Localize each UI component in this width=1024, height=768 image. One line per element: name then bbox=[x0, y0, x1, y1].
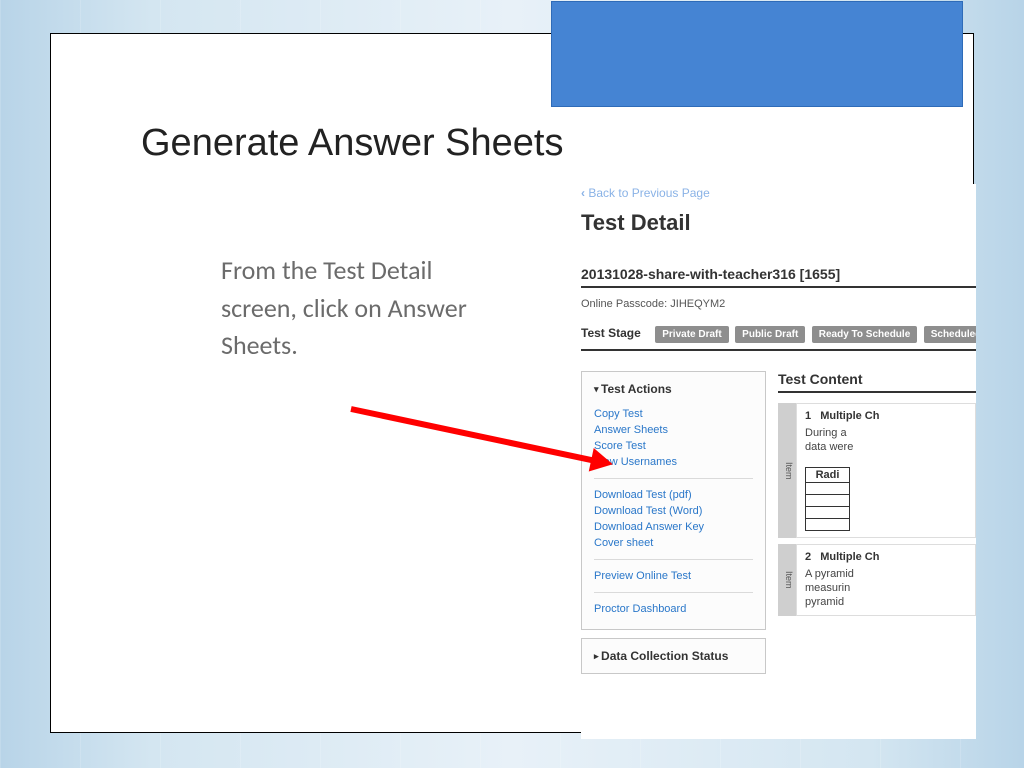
item-tab[interactable]: Item bbox=[778, 403, 796, 538]
link-preview-online[interactable]: Preview Online Test bbox=[594, 570, 753, 582]
q1-number: 1 bbox=[805, 410, 811, 422]
item-tab[interactable]: Item bbox=[778, 544, 796, 617]
q2-line1: A pyramid bbox=[805, 568, 854, 580]
test-actions-header[interactable]: Test Actions bbox=[594, 382, 753, 396]
question-2: Item 2 Multiple Ch A pyramid measurin py… bbox=[778, 544, 976, 617]
stage-scheduled[interactable]: Scheduled bbox=[924, 326, 976, 343]
link-view-usernames[interactable]: View Usernames bbox=[594, 456, 753, 468]
link-answer-sheets[interactable]: Answer Sheets bbox=[594, 424, 753, 436]
link-copy-test[interactable]: Copy Test bbox=[594, 408, 753, 420]
q1-table: Radi bbox=[805, 467, 850, 531]
instruction-text: From the Test Detail screen, click on An… bbox=[221, 252, 481, 365]
q2-line3: pyramid bbox=[805, 596, 844, 608]
stage-label: Test Stage bbox=[581, 326, 641, 340]
back-link[interactable]: Back to Previous Page bbox=[581, 186, 710, 200]
q1-table-header: Radi bbox=[806, 467, 850, 482]
slide-header-box bbox=[551, 1, 963, 107]
slide-frame: Generate Answer Sheets From the Test Det… bbox=[50, 33, 974, 733]
stage-public-draft[interactable]: Public Draft bbox=[735, 326, 805, 343]
link-score-test[interactable]: Score Test bbox=[594, 440, 753, 452]
passcode-text: Online Passcode: JIHEQYM2 bbox=[581, 298, 976, 310]
link-download-key[interactable]: Download Answer Key bbox=[594, 521, 753, 533]
test-name: 20131028-share-with-teacher316 [1655] bbox=[581, 266, 976, 288]
q1-line1: During a bbox=[805, 427, 847, 439]
test-content-header: Test Content bbox=[778, 371, 976, 393]
app-screenshot: Back to Previous Page Test Detail 201310… bbox=[581, 184, 976, 739]
q1-type: Multiple Ch bbox=[820, 410, 879, 422]
test-actions-panel: Test Actions Copy Test Answer Sheets Sco… bbox=[581, 371, 766, 674]
question-1: Item 1 Multiple Ch During a data were Ra… bbox=[778, 403, 976, 538]
link-cover-sheet[interactable]: Cover sheet bbox=[594, 537, 753, 549]
test-stage-row: Test Stage Private Draft Public Draft Re… bbox=[581, 324, 976, 351]
page-title: Test Detail bbox=[581, 210, 976, 236]
q2-type: Multiple Ch bbox=[820, 551, 879, 563]
q1-line2: data were bbox=[805, 441, 853, 453]
link-download-word[interactable]: Download Test (Word) bbox=[594, 505, 753, 517]
q2-line2: measurin bbox=[805, 582, 850, 594]
link-download-pdf[interactable]: Download Test (pdf) bbox=[594, 489, 753, 501]
stage-ready-to-schedule[interactable]: Ready To Schedule bbox=[812, 326, 918, 343]
link-proctor-dashboard[interactable]: Proctor Dashboard bbox=[594, 603, 753, 615]
stage-private-draft[interactable]: Private Draft bbox=[655, 326, 728, 343]
q2-number: 2 bbox=[805, 551, 811, 563]
data-collection-header[interactable]: Data Collection Status bbox=[594, 649, 753, 663]
test-content-column: Test Content Item 1 Multiple Ch During a… bbox=[778, 371, 976, 622]
slide-title: Generate Answer Sheets bbox=[141, 122, 563, 165]
